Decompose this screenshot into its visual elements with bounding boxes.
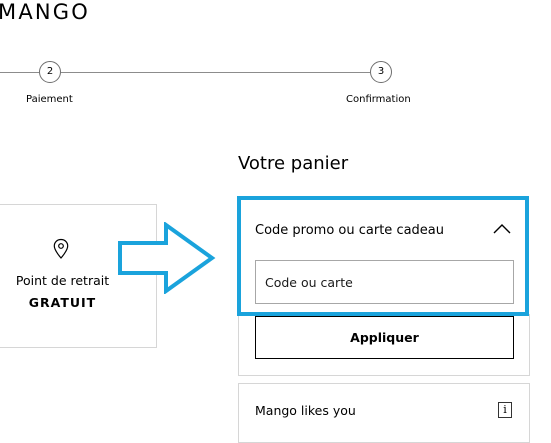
- cart-title: Votre panier: [238, 153, 349, 174]
- apply-promo-button[interactable]: Appliquer: [255, 316, 514, 359]
- step-2-circle: 2: [39, 61, 61, 83]
- step-2-number: 2: [46, 66, 54, 77]
- step-3-label: Confirmation: [346, 94, 411, 105]
- step-2-label: Paiement: [26, 94, 73, 105]
- annotation-arrow-icon: [118, 222, 216, 294]
- loyalty-label: Mango likes you: [255, 403, 356, 418]
- mango-logo[interactable]: MANGO: [0, 0, 90, 24]
- promo-section-title[interactable]: Code promo ou carte cadeau: [255, 223, 444, 239]
- pickup-option-label: Point de retrait: [15, 273, 110, 288]
- pickup-option-price: GRATUIT: [28, 295, 97, 310]
- info-icon[interactable]: i: [498, 402, 512, 418]
- step-3-circle: 3: [370, 61, 392, 83]
- promo-code-input[interactable]: [255, 260, 514, 304]
- stepper-line-middle: [61, 72, 370, 73]
- chevron-up-icon[interactable]: [492, 222, 512, 236]
- location-pin-icon: [53, 238, 69, 259]
- step-3-number: 3: [377, 66, 385, 77]
- stepper-line-left: [0, 72, 39, 73]
